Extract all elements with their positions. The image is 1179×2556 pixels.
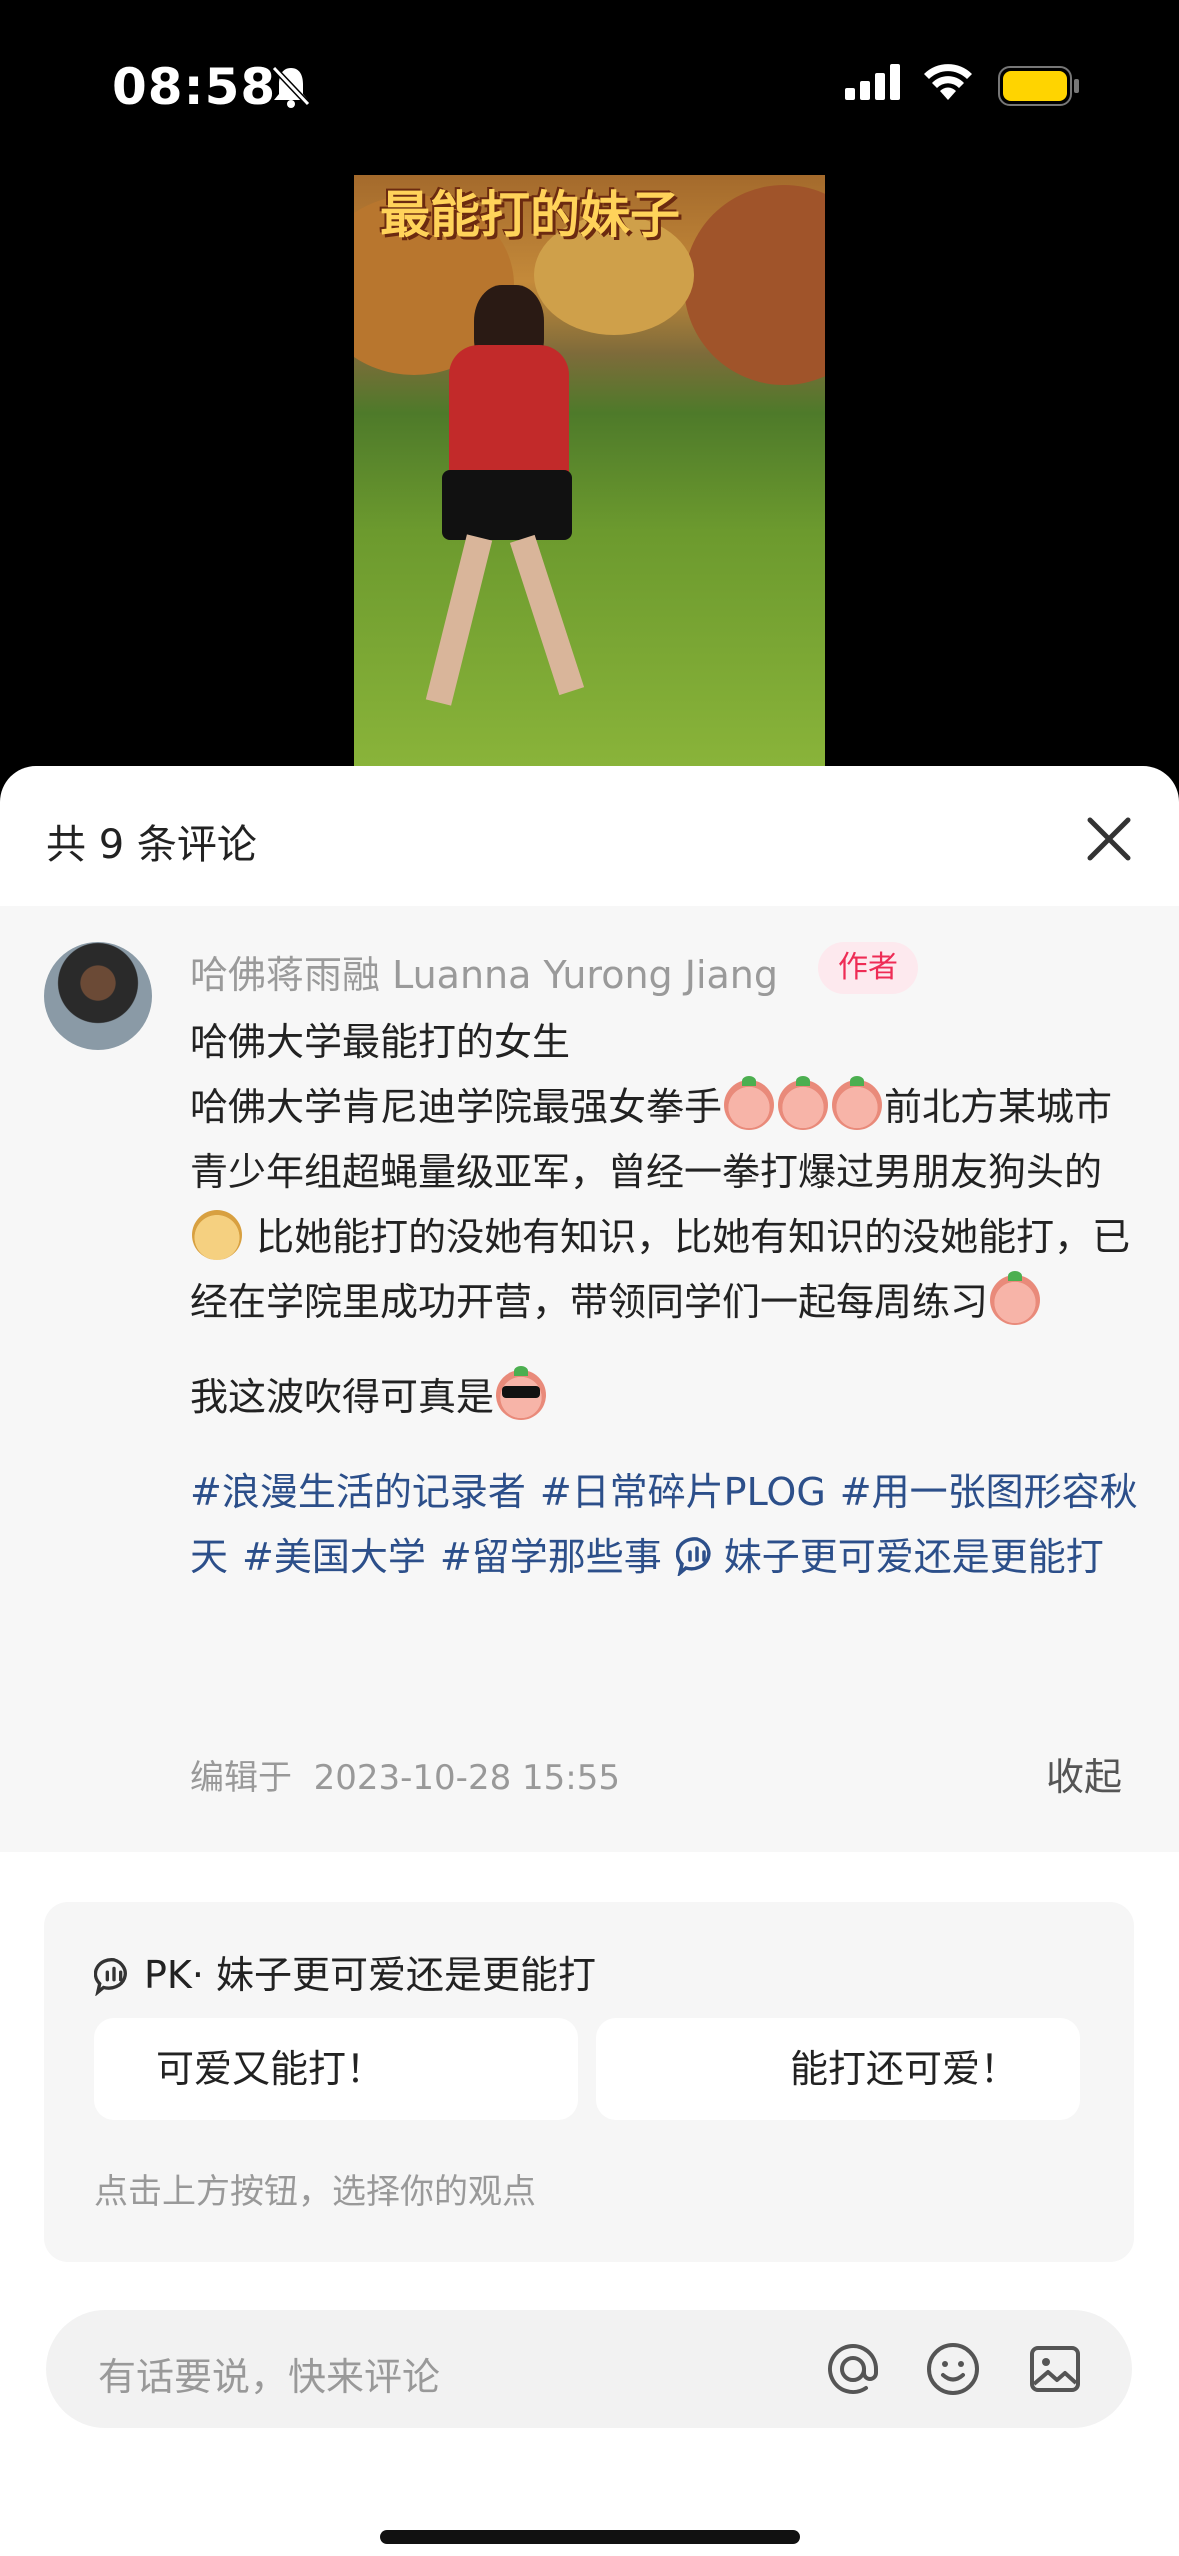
- person-leg: [509, 534, 585, 696]
- peach-emoji-icon: [778, 1076, 829, 1130]
- video-overlay-title: 最能打的妹子: [380, 186, 680, 244]
- comment-input[interactable]: 有话要说，快来评论: [46, 2310, 1132, 2428]
- pk-hint: 点击上方按钮，选择你的观点: [94, 2172, 536, 2212]
- peach-emoji-icon: [724, 1076, 775, 1130]
- poll-tag-link[interactable]: 妹子更可爱还是更能打: [675, 1535, 1104, 1579]
- person-leg: [425, 534, 493, 706]
- battery-icon: [998, 66, 1079, 106]
- tree-foliage: [684, 185, 825, 385]
- post-text: 比她能打的没她有知识，比她有知识的没她能打，已经在学院里成功开营，带领同学们一起…: [190, 1215, 1131, 1324]
- post-paragraph: 哈佛大学肯尼迪学院最强女拳手 前北方某城市青少年组超蝇量级亚军，曾经一拳打爆过男朋…: [190, 1075, 1150, 1335]
- signal-icon: [845, 64, 900, 100]
- peach-emoji-icon: [990, 1271, 1041, 1325]
- hashtag-link[interactable]: #美国大学: [242, 1535, 426, 1579]
- cool-emoji-icon: [496, 1366, 547, 1420]
- pk-title: PK· 妹子更可爱还是更能打: [144, 1953, 596, 1997]
- home-indicator: [380, 2530, 800, 2544]
- edit-label: 编辑于: [190, 1758, 292, 1798]
- hashtag-link[interactable]: #日常碎片PLOG: [540, 1470, 826, 1514]
- comments-count-title: 共 9 条评论: [46, 822, 257, 868]
- post-body: 哈佛大学最能打的女生 哈佛大学肯尼迪学院最强女拳手 前北方某城市青少年组超蝇量级亚…: [190, 1010, 1150, 1590]
- image-icon[interactable]: [1024, 2338, 1086, 2400]
- pk-title-row: PK· 妹子更可爱还是更能打: [94, 1944, 596, 1999]
- wifi-icon: [924, 64, 972, 100]
- poll-icon: [94, 1958, 127, 1996]
- person-shorts: [442, 470, 572, 540]
- video-frame[interactable]: 最能打的妹子: [354, 175, 825, 770]
- sheet-header: 共 9 条评论: [0, 766, 1179, 906]
- emoji-icon[interactable]: [922, 2338, 984, 2400]
- peach-emoji-icon: [832, 1076, 883, 1130]
- person-jacket: [449, 345, 569, 485]
- hashtag-list: #浪漫生活的记录者 #日常碎片PLOG #用一张图形容秋天 #美国大学 #留学那些事 妹子…: [190, 1460, 1150, 1590]
- pk-option-left-button[interactable]: 可爱又能打！: [94, 2018, 578, 2120]
- poll-tag-label: 妹子更可爱还是更能打: [723, 1535, 1104, 1579]
- pk-poll-card: PK· 妹子更可爱还是更能打 可爱又能打！ 能打还可爱！ 点击上方按钮，选择你的…: [44, 1902, 1134, 2262]
- poll-icon: [675, 1537, 711, 1576]
- post-line-1: 哈佛大学最能打的女生: [190, 1020, 571, 1064]
- comment-input-placeholder: 有话要说，快来评论: [98, 2355, 441, 2399]
- post-text: 我这波吹得可真是: [190, 1375, 495, 1419]
- hashtag-link[interactable]: #留学那些事: [440, 1535, 662, 1579]
- bell-slash-icon: [271, 65, 311, 108]
- dog-emoji-icon: [192, 1210, 242, 1260]
- post-line-3: 我这波吹得可真是: [190, 1365, 1150, 1430]
- status-bar: 08:58: [0, 0, 1179, 175]
- hashtag-link[interactable]: #浪漫生活的记录者: [190, 1470, 526, 1514]
- author-badge: 作者: [818, 942, 918, 994]
- avatar[interactable]: [44, 942, 152, 1050]
- at-icon[interactable]: [822, 2338, 884, 2400]
- close-icon[interactable]: [1078, 808, 1140, 870]
- pk-option-right-button[interactable]: 能打还可爱！: [596, 2018, 1080, 2120]
- edit-timestamp: 编辑于 2023-10-28 15:55: [190, 1750, 620, 1799]
- comments-sheet: 共 9 条评论 哈佛蒋雨融 Luanna Yurong Jiang 作者 哈佛大…: [0, 766, 1179, 2556]
- post-text: 哈佛大学肯尼迪学院最强女拳手: [190, 1085, 723, 1129]
- edit-time-value: 2023-10-28 15:55: [313, 1758, 621, 1798]
- collapse-button[interactable]: 收起: [1046, 1746, 1122, 1801]
- author-name[interactable]: 哈佛蒋雨融 Luanna Yurong Jiang: [190, 944, 778, 999]
- author-post: 哈佛蒋雨融 Luanna Yurong Jiang 作者 哈佛大学最能打的女生 …: [0, 906, 1179, 1852]
- status-time: 08:58: [112, 58, 277, 116]
